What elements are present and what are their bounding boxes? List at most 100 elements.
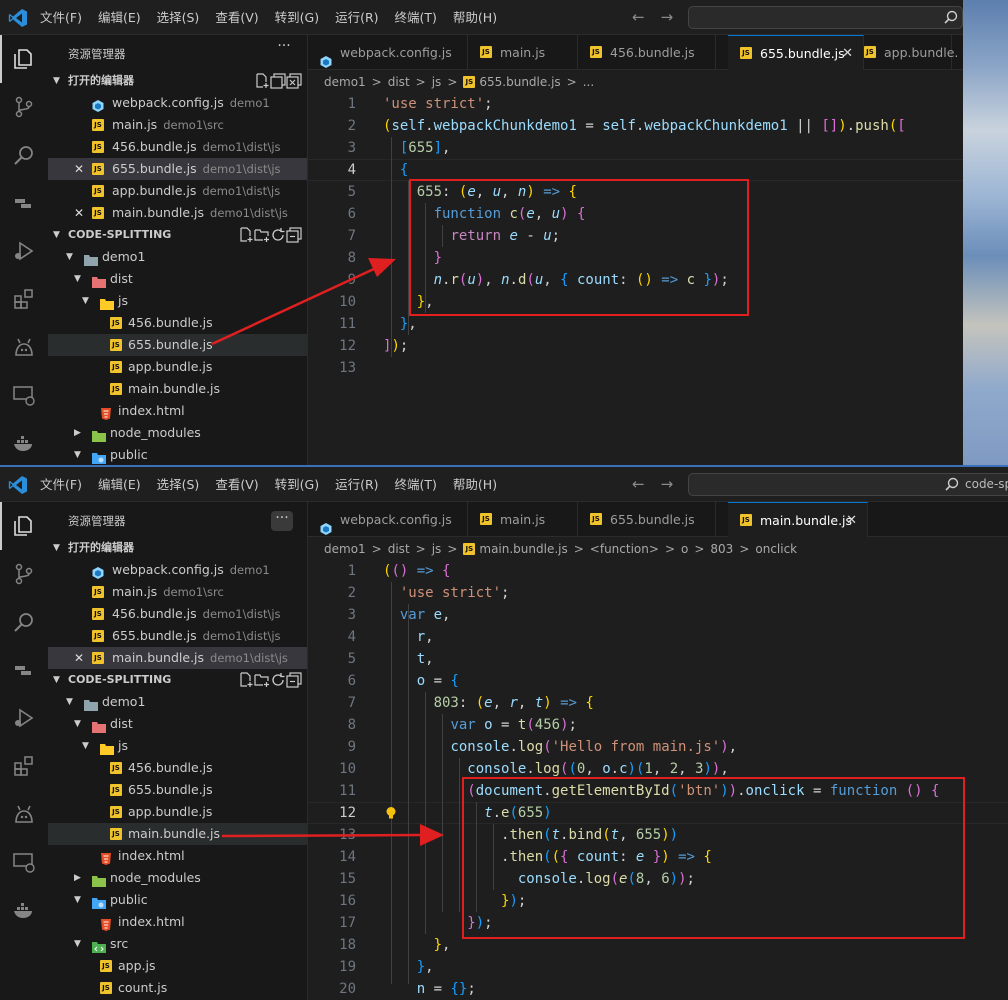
extensions-icon[interactable] <box>12 754 36 778</box>
menu-selection[interactable]: 选择(S) <box>157 467 200 502</box>
editor-tab[interactable]: JS main.js <box>468 35 578 70</box>
tree-item[interactable]: index.html <box>48 400 307 422</box>
editor-tab[interactable]: webpack.config.js <box>308 502 468 537</box>
tree-item[interactable]: ▼ js <box>48 735 307 757</box>
menu-run[interactable]: 运行(R) <box>335 467 378 502</box>
breadcrumb-item[interactable]: 803 <box>710 538 733 560</box>
source-control-icon[interactable] <box>12 95 36 119</box>
menu-file[interactable]: 文件(F) <box>40 467 82 502</box>
chevron-down-icon[interactable]: ▼ <box>74 268 81 290</box>
editor-tab[interactable]: webpack.config.js <box>308 35 468 70</box>
open-editor-item[interactable]: webpack.config.js demo1 <box>48 92 307 114</box>
remote-explorer-icon[interactable] <box>12 191 36 215</box>
remote-monitor-icon[interactable] <box>12 383 36 407</box>
new-folder-icon[interactable] <box>254 672 270 688</box>
editor-tab[interactable]: JS 655.bundle.js <box>578 502 716 537</box>
tree-item[interactable]: JS 456.bundle.js <box>48 757 307 779</box>
more-actions-button[interactable]: ··· <box>273 39 295 59</box>
tree-item[interactable]: ▼ demo1 <box>48 691 307 713</box>
collapse-all-icon[interactable] <box>286 672 302 688</box>
menu-file[interactable]: 文件(F) <box>40 0 82 35</box>
lightbulb-icon[interactable] <box>384 806 398 820</box>
open-editor-item[interactable]: ✕ JS 655.bundle.js demo1\dist\js <box>48 158 307 180</box>
breadcrumb-item[interactable]: onclick <box>755 538 797 560</box>
new-file-icon[interactable] <box>238 672 254 688</box>
docker-icon[interactable] <box>12 898 36 922</box>
chevron-down-icon[interactable]: ▼ <box>74 713 81 735</box>
command-center-search[interactable]: code-spli <box>688 473 1008 496</box>
remote-monitor-icon[interactable] <box>12 850 36 874</box>
open-editors-header[interactable]: ▼ 打开的编辑器 <box>48 70 307 92</box>
explorer-icon[interactable] <box>12 514 36 538</box>
workspace-header[interactable]: ▼ CODE-SPLITTING <box>48 669 307 691</box>
save-all-icon[interactable] <box>270 73 286 89</box>
open-editor-item[interactable]: ✕ JS main.bundle.js demo1\dist\js <box>48 202 307 224</box>
menu-terminal[interactable]: 终端(T) <box>395 467 437 502</box>
tree-item[interactable]: JS app.js <box>48 955 307 977</box>
tree-item[interactable]: ▼ demo1 <box>48 246 307 268</box>
docker-icon[interactable] <box>12 431 36 455</box>
back-arrow-icon[interactable]: ← <box>632 8 645 26</box>
chevron-down-icon[interactable]: ▼ <box>66 691 73 713</box>
open-editor-item[interactable]: JS 655.bundle.js demo1\dist\js <box>48 625 307 647</box>
editor-tab[interactable]: JS main.js <box>468 502 578 537</box>
tree-item[interactable]: ▼ js <box>48 290 307 312</box>
close-icon[interactable]: ✕ <box>74 158 84 180</box>
tree-item[interactable]: ▶ node_modules <box>48 867 307 889</box>
editor-tab[interactable]: JS app.bundle. <box>852 35 958 70</box>
open-editor-item[interactable]: JS 456.bundle.js demo1\dist\js <box>48 603 307 625</box>
chevron-down-icon[interactable]: ▼ <box>82 290 89 312</box>
breadcrumb-item[interactable]: main.bundle.js <box>479 538 567 560</box>
chevron-down-icon[interactable]: ▼ <box>74 933 81 955</box>
run-debug-icon[interactable] <box>12 706 36 730</box>
chevron-right-icon[interactable]: ▶ <box>74 422 81 444</box>
open-editor-item[interactable]: JS main.js demo1\src <box>48 581 307 603</box>
tree-item[interactable]: index.html <box>48 845 307 867</box>
editor-tab[interactable]: JS main.bundle.js ✕ <box>728 502 868 537</box>
refresh-icon[interactable] <box>270 227 286 243</box>
breadcrumb-item[interactable]: <function> <box>590 538 659 560</box>
menu-view[interactable]: 查看(V) <box>215 0 258 35</box>
extensions-icon[interactable] <box>12 287 36 311</box>
close-icon[interactable]: ✕ <box>74 647 84 669</box>
tree-item[interactable]: JS main.bundle.js <box>48 823 307 845</box>
new-file-icon[interactable] <box>238 227 254 243</box>
breadcrumb-item[interactable]: demo1 <box>324 71 366 93</box>
chevron-down-icon[interactable]: ▼ <box>74 889 81 911</box>
github-copilot-icon[interactable] <box>12 335 36 359</box>
more-actions-button[interactable]: ··· <box>271 511 293 531</box>
menu-view[interactable]: 查看(V) <box>215 467 258 502</box>
explorer-icon[interactable] <box>12 47 36 71</box>
tree-item[interactable]: index.html <box>48 911 307 933</box>
open-editor-item[interactable]: JS 456.bundle.js demo1\dist\js <box>48 136 307 158</box>
open-editor-item[interactable]: JS main.js demo1\src <box>48 114 307 136</box>
editor-tab[interactable]: JS 655.bundle.js ✕ <box>728 35 864 70</box>
breadcrumb-item[interactable]: js <box>432 71 442 93</box>
chevron-down-icon[interactable]: ▼ <box>82 735 89 757</box>
tree-item[interactable]: ▼ public <box>48 889 307 911</box>
tree-item[interactable]: JS count.js <box>48 977 307 999</box>
forward-arrow-icon[interactable]: → <box>661 8 674 26</box>
open-editor-item[interactable]: ✕ JS main.bundle.js demo1\dist\js <box>48 647 307 669</box>
chevron-right-icon[interactable]: ▶ <box>74 867 81 889</box>
editor-tab[interactable]: JS 456.bundle.js <box>578 35 716 70</box>
close-all-icon[interactable] <box>286 73 302 89</box>
tree-item[interactable]: ▼ src <box>48 933 307 955</box>
tree-item[interactable]: ▼ dist <box>48 268 307 290</box>
menu-help[interactable]: 帮助(H) <box>453 0 497 35</box>
menu-selection[interactable]: 选择(S) <box>157 0 200 35</box>
close-icon[interactable]: ✕ <box>74 202 84 224</box>
new-folder-icon[interactable] <box>254 227 270 243</box>
menu-go[interactable]: 转到(G) <box>275 467 319 502</box>
search-sidebar-icon[interactable] <box>12 610 36 634</box>
code-editor[interactable]: 1 2 3 4 5 6 7 8 9 10 11 12 13 'use strict'; (self.we… <box>308 93 1008 465</box>
new-untitled-file-icon[interactable] <box>254 73 270 89</box>
source-control-icon[interactable] <box>12 562 36 586</box>
back-arrow-icon[interactable]: ← <box>632 475 645 493</box>
command-center-search[interactable] <box>688 6 963 29</box>
menu-go[interactable]: 转到(G) <box>275 0 319 35</box>
workspace-header[interactable]: ▼ CODE-SPLITTING <box>48 224 307 246</box>
tree-item[interactable]: JS 655.bundle.js <box>48 334 307 356</box>
tree-item[interactable]: JS app.bundle.js <box>48 801 307 823</box>
menu-help[interactable]: 帮助(H) <box>453 467 497 502</box>
